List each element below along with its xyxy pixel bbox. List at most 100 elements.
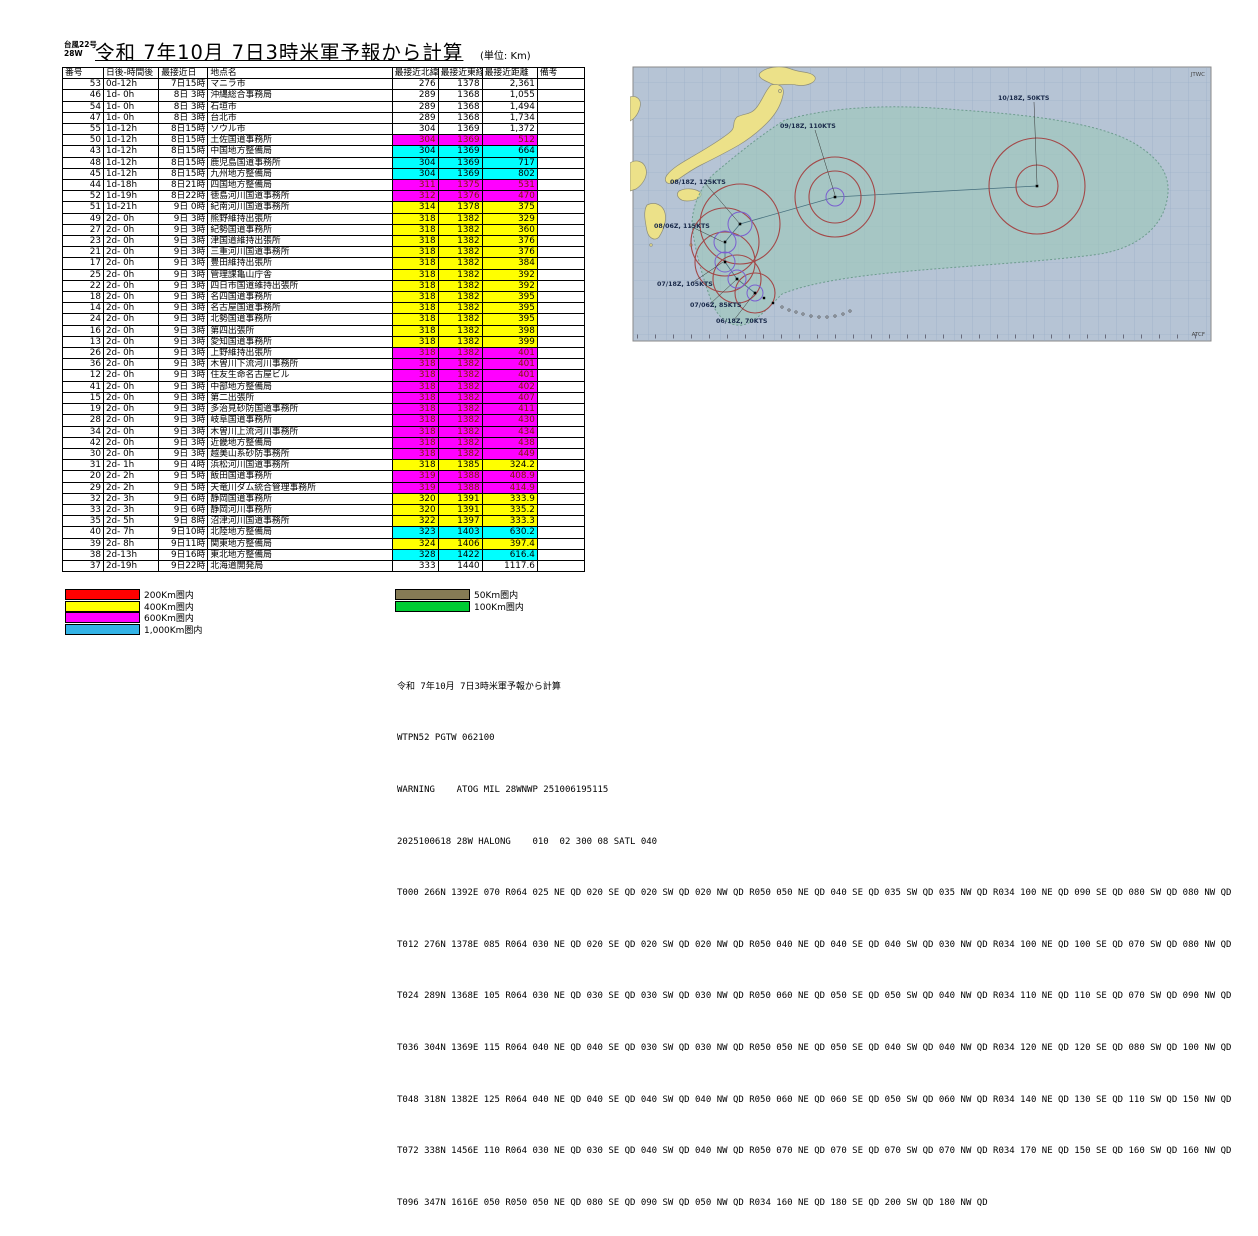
cell-remarks[interactable] (537, 415, 584, 426)
cell-location[interactable]: 木曽川下流河川事務所 (208, 359, 392, 370)
cell-longitude[interactable]: 1382 (438, 314, 482, 325)
cell-remarks[interactable] (537, 168, 584, 179)
cell-number[interactable]: 29 (63, 482, 104, 493)
cell-longitude[interactable]: 1376 (438, 191, 482, 202)
cell-relative-time[interactable]: 2d- 0h (103, 314, 158, 325)
cell-location[interactable]: 愛知国道事務所 (208, 336, 392, 347)
cell-latitude[interactable]: 318 (392, 460, 438, 471)
cell-approach-date[interactable]: 8日22時 (159, 191, 208, 202)
cell-distance[interactable]: 376 (482, 236, 537, 247)
cell-relative-time[interactable]: 1d-12h (103, 157, 158, 168)
cell-relative-time[interactable]: 2d- 0h (103, 426, 158, 437)
cell-number[interactable]: 37 (63, 560, 104, 571)
cell-latitude[interactable]: 318 (392, 448, 438, 459)
cell-latitude[interactable]: 320 (392, 493, 438, 504)
cell-approach-date[interactable]: 9日 6時 (159, 493, 208, 504)
cell-longitude[interactable]: 1378 (438, 79, 482, 90)
cell-location[interactable]: 津国道維持出張所 (208, 236, 392, 247)
cell-latitude[interactable]: 304 (392, 124, 438, 135)
cell-number[interactable]: 46 (63, 90, 104, 101)
cell-relative-time[interactable]: 1d-12h (103, 168, 158, 179)
cell-approach-date[interactable]: 9日 3時 (159, 280, 208, 291)
col-header-longitude[interactable]: 最接近東経 (438, 68, 482, 79)
cell-distance[interactable]: 802 (482, 168, 537, 179)
cell-location[interactable]: 三重河川国道事務所 (208, 247, 392, 258)
cell-relative-time[interactable]: 2d- 0h (103, 213, 158, 224)
cell-distance[interactable]: 531 (482, 180, 537, 191)
col-header-latitude[interactable]: 最接近北緯 (392, 68, 438, 79)
cell-location[interactable]: 中部地方整備局 (208, 381, 392, 392)
cell-remarks[interactable] (537, 460, 584, 471)
cell-longitude[interactable]: 1382 (438, 437, 482, 448)
cell-approach-date[interactable]: 9日 3時 (159, 381, 208, 392)
cell-approach-date[interactable]: 8日15時 (159, 146, 208, 157)
cell-approach-date[interactable]: 9日 3時 (159, 314, 208, 325)
cell-location[interactable]: 沖縄総合事務局 (208, 90, 392, 101)
cell-number[interactable]: 49 (63, 213, 104, 224)
cell-distance[interactable]: 449 (482, 448, 537, 459)
col-header-remarks[interactable]: 備考 (537, 68, 584, 79)
cell-relative-time[interactable]: 2d- 0h (103, 303, 158, 314)
cell-approach-date[interactable]: 9日 3時 (159, 336, 208, 347)
cell-latitude[interactable]: 324 (392, 538, 438, 549)
cell-relative-time[interactable]: 1d-12h (103, 124, 158, 135)
cell-location[interactable]: 関東地方整備局 (208, 538, 392, 549)
cell-distance[interactable]: 401 (482, 370, 537, 381)
cell-location[interactable]: 東北地方整備局 (208, 549, 392, 560)
cell-location[interactable]: 管理課亀山庁舎 (208, 269, 392, 280)
cell-latitude[interactable]: 318 (392, 426, 438, 437)
cell-latitude[interactable]: 304 (392, 135, 438, 146)
cell-longitude[interactable]: 1369 (438, 124, 482, 135)
cell-location[interactable]: 住友生命名古屋ビル (208, 370, 392, 381)
cell-approach-date[interactable]: 9日 3時 (159, 448, 208, 459)
cell-approach-date[interactable]: 9日 3時 (159, 415, 208, 426)
cell-longitude[interactable]: 1382 (438, 292, 482, 303)
cell-latitude[interactable]: 289 (392, 90, 438, 101)
cell-number[interactable]: 18 (63, 292, 104, 303)
cell-location[interactable]: 中国地方整備局 (208, 146, 392, 157)
cell-number[interactable]: 21 (63, 247, 104, 258)
cell-remarks[interactable] (537, 236, 584, 247)
cell-latitude[interactable]: 311 (392, 180, 438, 191)
cell-number[interactable]: 24 (63, 314, 104, 325)
cell-distance[interactable]: 1,055 (482, 90, 537, 101)
cell-remarks[interactable] (537, 247, 584, 258)
cell-number[interactable]: 35 (63, 516, 104, 527)
cell-latitude[interactable]: 304 (392, 157, 438, 168)
cell-relative-time[interactable]: 1d-18h (103, 180, 158, 191)
cell-distance[interactable]: 397.4 (482, 538, 537, 549)
cell-longitude[interactable]: 1382 (438, 325, 482, 336)
cell-approach-date[interactable]: 9日 3時 (159, 348, 208, 359)
cell-location[interactable]: 北勢国道事務所 (208, 314, 392, 325)
cell-approach-date[interactable]: 9日 3時 (159, 224, 208, 235)
cell-relative-time[interactable]: 2d- 0h (103, 236, 158, 247)
cell-approach-date[interactable]: 9日 6時 (159, 504, 208, 515)
cell-relative-time[interactable]: 1d- 0h (103, 101, 158, 112)
cell-relative-time[interactable]: 1d- 0h (103, 112, 158, 123)
cell-latitude[interactable]: 318 (392, 224, 438, 235)
cell-relative-time[interactable]: 2d- 0h (103, 280, 158, 291)
cell-number[interactable]: 17 (63, 258, 104, 269)
cell-distance[interactable]: 408.9 (482, 471, 537, 482)
cell-relative-time[interactable]: 2d- 0h (103, 359, 158, 370)
cell-remarks[interactable] (537, 213, 584, 224)
cell-approach-date[interactable]: 8日 3時 (159, 90, 208, 101)
cell-remarks[interactable] (537, 549, 584, 560)
cell-latitude[interactable]: 319 (392, 471, 438, 482)
cell-longitude[interactable]: 1369 (438, 146, 482, 157)
cell-number[interactable]: 53 (63, 79, 104, 90)
cell-latitude[interactable]: 318 (392, 269, 438, 280)
cell-relative-time[interactable]: 2d- 0h (103, 269, 158, 280)
cell-longitude[interactable]: 1382 (438, 426, 482, 437)
cell-longitude[interactable]: 1368 (438, 101, 482, 112)
cell-number[interactable]: 52 (63, 191, 104, 202)
cell-latitude[interactable]: 276 (392, 79, 438, 90)
cell-relative-time[interactable]: 2d- 0h (103, 370, 158, 381)
cell-number[interactable]: 33 (63, 504, 104, 515)
cell-approach-date[interactable]: 8日21時 (159, 180, 208, 191)
cell-distance[interactable]: 360 (482, 224, 537, 235)
cell-distance[interactable]: 395 (482, 314, 537, 325)
cell-distance[interactable]: 2,361 (482, 79, 537, 90)
cell-longitude[interactable]: 1375 (438, 180, 482, 191)
cell-approach-date[interactable]: 9日 5時 (159, 471, 208, 482)
